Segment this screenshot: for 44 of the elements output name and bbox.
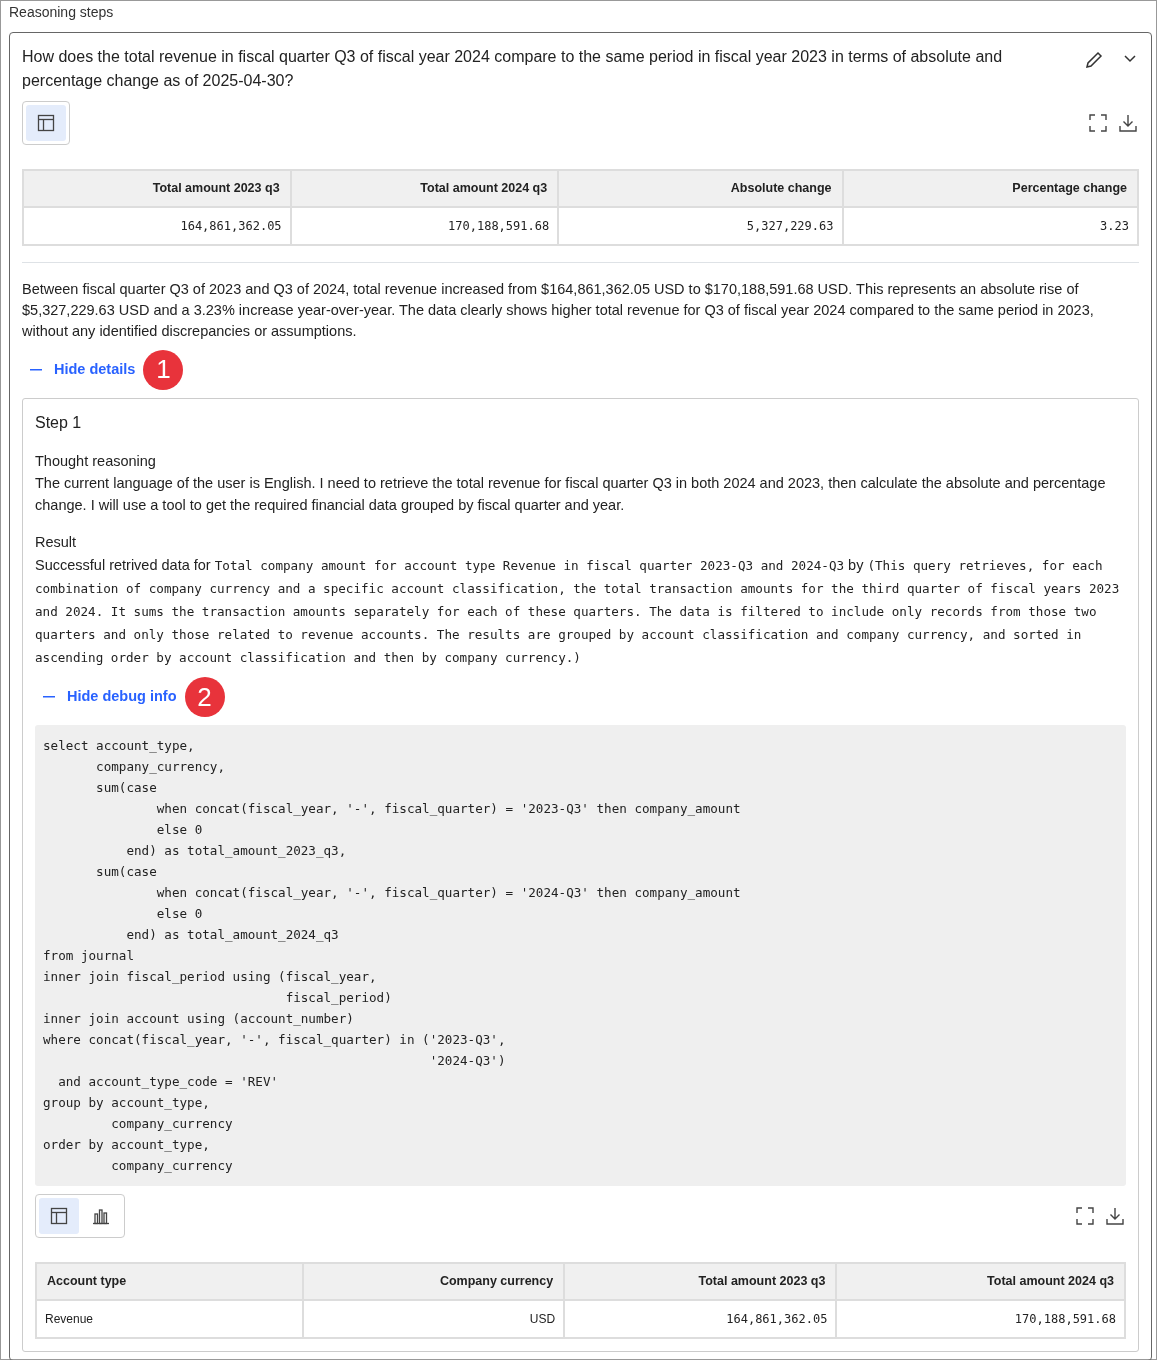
download-button[interactable]	[1104, 1205, 1126, 1227]
number-badge: 2	[184, 677, 225, 717]
table-cell: 5,327,229.63	[558, 206, 843, 245]
table-cell: Revenue	[36, 1299, 303, 1338]
thought-paragraph: The current language of the user is English. I need to retrieve the total revenue for fiscal quarter Q3 in both 2024 and 2023, then calculate the absolute and percentage change. I will use a tool to get the required financial data grouped by fiscal quarter and year.	[35, 474, 1107, 516]
expand-icon	[1076, 1207, 1094, 1225]
number-badge: 1	[143, 349, 184, 390]
collapse-link[interactable]: Hide debug info	[43, 686, 177, 708]
section-title: Reasoning steps	[9, 3, 114, 22]
table-view-button[interactable]	[39, 1198, 79, 1234]
table-cell: USD	[302, 1299, 565, 1338]
result-paragraph: Successful retrived data for Total company amount for account type Revenue in fiscal quarter 2023-Q3 and 2024-Q3 by (This query retrieves, for each combination of company currency and a specific account classification, the total transaction amounts for the third quarter of fiscal years 2023 and 2024. It sums the transaction amounts separately for each of these quarters. The data is filtered to include only records from those two quarters and only those related to revenue accounts. The results are grouped by account classification and company currency, and sorted in ascending order by account classification and then by company currency.)	[35, 556, 1121, 667]
table-cell: 170,188,591.68	[836, 1299, 1125, 1338]
table-cell: 164,861,362.05	[23, 206, 291, 245]
expand-icon	[1089, 113, 1107, 132]
download-icon	[1119, 113, 1137, 132]
column-header: Account type	[36, 1263, 303, 1300]
column-header: Total amount 2023 q3	[564, 1263, 837, 1300]
column-header: Total amount 2024 q3	[836, 1263, 1125, 1300]
table-cell: 170,188,591.68	[290, 206, 559, 245]
minus-icon	[43, 696, 55, 698]
fullscreen-button[interactable]	[1074, 1205, 1096, 1227]
column-header: Total amount 2023 q3	[23, 169, 291, 207]
table-icon	[37, 113, 55, 132]
question-text: How does the total revenue in fiscal quarter Q3 of fiscal year 2024 compare to the same period in fiscal year 2023 in terms of absolute and percentage change as of 2025-04-30?	[22, 46, 1004, 91]
table-icon	[50, 1207, 68, 1225]
table-cell: 3.23	[842, 206, 1138, 245]
pencil-icon	[1085, 50, 1103, 69]
column-header: Company currency	[302, 1263, 565, 1300]
collapse-link[interactable]: Hide details	[30, 358, 136, 381]
section-label: Thought reasoning	[35, 451, 157, 471]
table-view-button[interactable]	[26, 104, 66, 141]
sql-code-block: select account_type, company_currency, sum(case when concat(fiscal_year, '-', fiscal_quarter) = '2023-Q3' then company_amount else 0 end) as total_amount_2023_q3, sum(case when concat(fiscal_year, '-', fiscal_quarter) = '2024-Q3' then company_amount else 0 end) as total_amount_2024_q3 from journal inner join fiscal_period using (fiscal_year, fiscal_period) inner join account using (account_number) where concat(fiscal_year, '-', fiscal_quarter) in ('2023-Q3', '2024-Q3') and account_type_code = 'REV' group by account_type, company_currency order by account_type, company_currency	[35, 725, 1126, 1186]
bar-chart-icon	[92, 1207, 110, 1225]
minus-icon	[30, 368, 42, 371]
summary-paragraph: Between fiscal quarter Q3 of 2023 and Q3 of 2024, total revenue increased from $164,861,362.05 USD to $170,188,591.68 USD. This represents an absolute rise of $5,327,229.63 USD and a 3.23% increase year-over-year. The data clearly shows higher total revenue for Q3 of fiscal year 2024 compared to the same period in 2023, without any identified discrepancies or assumptions.	[22, 279, 1095, 341]
column-header: Percentage change	[842, 169, 1138, 207]
download-icon	[1106, 1207, 1124, 1225]
table-cell: 164,861,362.05	[564, 1299, 837, 1338]
fullscreen-button[interactable]	[1087, 111, 1109, 134]
column-header: Total amount 2024 q3	[290, 169, 559, 207]
section-label: Result	[35, 533, 78, 553]
step-title: Step 1	[35, 412, 83, 433]
column-header: Absolute change	[558, 169, 843, 207]
